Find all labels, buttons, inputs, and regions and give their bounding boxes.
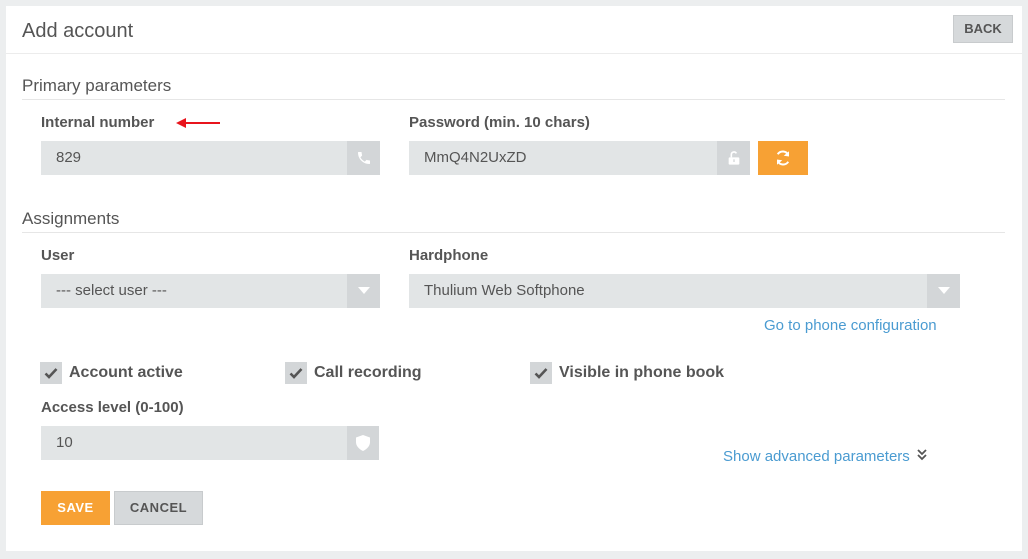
unlock-icon xyxy=(717,141,750,175)
section-divider xyxy=(22,99,1005,100)
refresh-icon xyxy=(776,150,790,166)
user-select[interactable]: --- select user --- xyxy=(41,274,347,308)
call-recording-checkbox[interactable] xyxy=(285,362,307,384)
access-level-label: Access level (0-100) xyxy=(41,399,184,416)
generate-password-button[interactable] xyxy=(758,141,808,175)
shield-icon xyxy=(347,426,379,460)
internal-number-input[interactable]: 829 xyxy=(41,141,347,175)
internal-number-label: Internal number xyxy=(41,114,155,131)
call-recording-label: Call recording xyxy=(314,364,422,381)
chevron-down-icon[interactable] xyxy=(347,274,380,308)
check-icon xyxy=(44,368,58,379)
show-advanced-parameters-link[interactable]: Show advanced parameters xyxy=(723,448,927,465)
phone-icon xyxy=(347,141,380,175)
show-advanced-parameters-label: Show advanced parameters xyxy=(723,448,910,465)
header-divider xyxy=(6,53,1022,54)
save-button[interactable]: SAVE xyxy=(41,491,110,525)
password-input[interactable]: MmQ4N2UxZD xyxy=(409,141,717,175)
password-label: Password (min. 10 chars) xyxy=(409,114,590,131)
hardphone-select[interactable]: Thulium Web Softphone xyxy=(409,274,927,308)
account-active-label: Account active xyxy=(69,364,183,381)
page-title: Add account xyxy=(22,20,134,42)
check-icon xyxy=(289,368,303,379)
hardphone-label: Hardphone xyxy=(409,247,489,264)
phone-configuration-link[interactable]: Go to phone configuration xyxy=(764,317,937,334)
visible-in-phone-book-checkbox[interactable] xyxy=(530,362,552,384)
user-label: User xyxy=(41,247,75,264)
back-button[interactable]: BACK xyxy=(953,15,1013,43)
arrow-left-icon xyxy=(176,118,220,128)
section-divider xyxy=(22,232,1005,233)
chevron-down-icon[interactable] xyxy=(927,274,960,308)
cancel-button[interactable]: CANCEL xyxy=(114,491,203,525)
section-title-assignments: Assignments xyxy=(22,209,120,228)
visible-in-phone-book-label: Visible in phone book xyxy=(559,364,725,381)
check-icon xyxy=(534,368,548,379)
access-level-input[interactable]: 10 xyxy=(41,426,347,460)
account-active-checkbox[interactable] xyxy=(40,362,62,384)
section-title-primary: Primary parameters xyxy=(22,76,172,95)
double-chevron-down-icon xyxy=(917,449,927,461)
add-account-panel: Add account BACK Primary parameters Inte… xyxy=(6,6,1022,551)
